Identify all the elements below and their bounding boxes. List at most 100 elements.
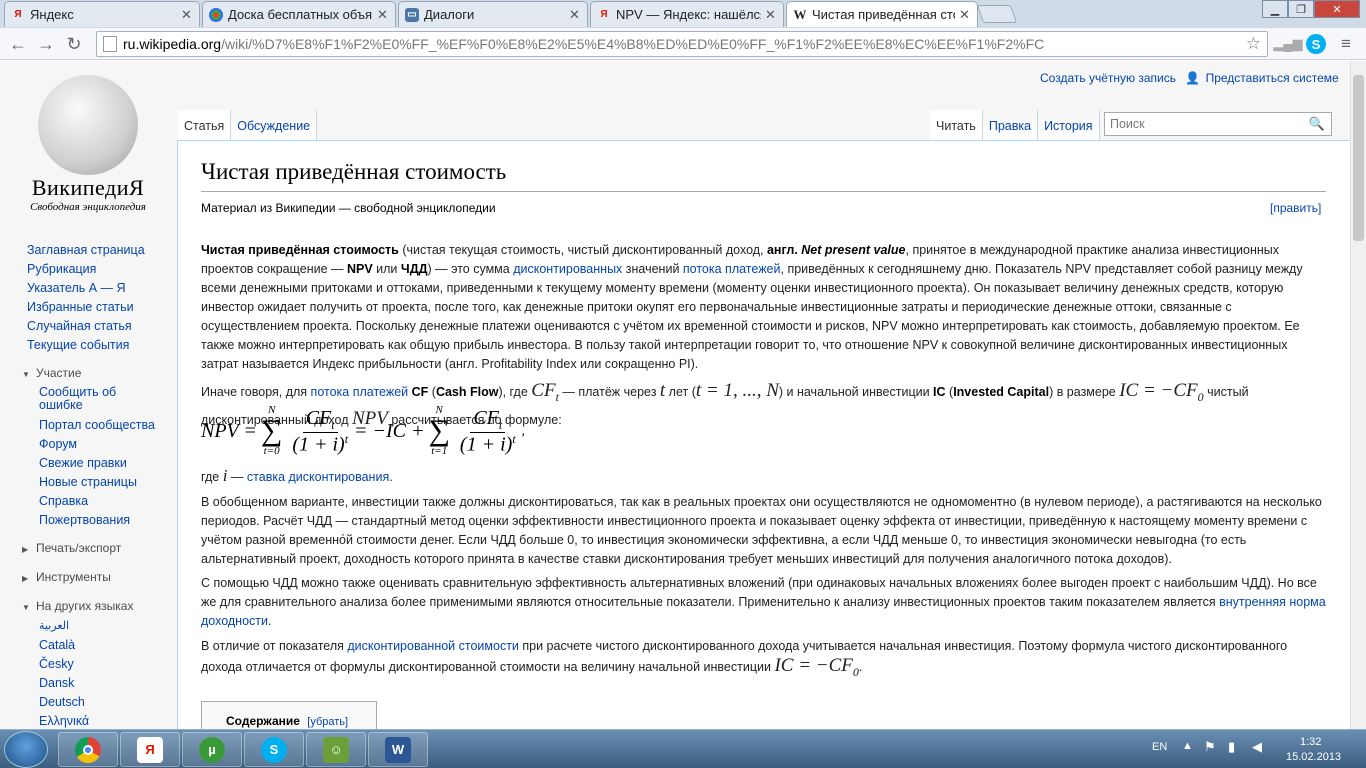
skype-icon[interactable]: S [1304,32,1328,56]
link-discounted-value[interactable]: дисконтированной стоимости [347,639,519,653]
yandex-icon: Я [14,9,22,20]
flag-icon[interactable]: ⚑ [1204,739,1216,755]
tab-board[interactable]: Доска бесплатных объяв ✕ [202,1,396,27]
tab-title: Доска бесплатных объяв [228,7,373,22]
article-body: Чистая приведённая стоимость Материал из… [177,140,1350,729]
close-icon[interactable]: ✕ [569,7,581,23]
back-button[interactable]: ← [6,32,30,56]
signal-icon[interactable]: ▂▄▆ [1273,32,1302,56]
wrench-icon[interactable]: ≡ [1334,32,1358,56]
sidebar-item-main-page[interactable]: Заглавная страница [27,243,145,257]
close-icon[interactable]: ✕ [765,7,777,23]
tab-title: Яндекс [30,7,74,22]
lang-item-da[interactable]: Dansk [39,676,74,690]
taskbar-utorrent[interactable]: µ [182,732,242,767]
toc-toggle[interactable]: [убрать] [307,716,348,728]
tab-talk[interactable]: Обсуждение [231,110,318,140]
sidebar-item-donate[interactable]: Пожертвования [39,513,130,527]
link-cash-flow-2[interactable]: потока платежей [311,385,409,399]
lang-item-cs[interactable]: Česky [39,657,74,671]
lang-item-ca[interactable]: Català [39,638,75,652]
tab-wikipedia[interactable]: W Чистая приведённая сто ✕ [786,1,978,27]
sidebar-item-community-portal[interactable]: Портал сообщества [39,418,155,432]
skype-icon: S [261,736,287,763]
section-participation[interactable]: ▼ Участие [22,366,81,380]
close-icon[interactable]: ✕ [181,7,193,23]
clock-date[interactable]: 15.02.2013 [1286,751,1341,763]
bookmark-star-icon[interactable]: ☆ [1246,34,1261,54]
search-icon[interactable]: 🔍 [1309,116,1325,132]
triangle-down-icon: ▼ [22,603,30,612]
scrollbar-thumb[interactable] [1353,75,1364,241]
taskbar-skype[interactable]: S [244,732,304,767]
close-icon[interactable]: ✕ [959,7,971,23]
taskbar-yandex[interactable]: Я [120,732,180,767]
link-discounted[interactable]: дисконтированных [513,262,622,276]
taskbar-users[interactable]: ☺ [306,732,366,767]
clock-time[interactable]: 1:32 [1300,736,1321,748]
tray-arrow-icon[interactable]: ▲ [1182,740,1193,752]
reload-button[interactable]: ↻ [62,32,86,56]
vertical-scrollbar[interactable] [1350,61,1366,729]
volume-icon[interactable]: ◀ [1252,739,1262,755]
sidebar-item-new-pages[interactable]: Новые страницы [39,475,137,489]
new-tab-button[interactable] [976,5,1018,23]
taskbar-chrome[interactable] [58,732,118,767]
lang-item-de[interactable]: Deutsch [39,695,85,709]
personal-tools: Создать учётную запись 👤 Представиться с… [1040,71,1339,85]
create-account-link[interactable]: Создать учётную запись [1040,71,1176,85]
link-english[interactable]: англ. [767,243,798,257]
browser-window: { "tabs": [ {"title": "Яндекс", "icon": … [0,0,1366,768]
tab-article[interactable]: Статья [178,110,232,140]
yandex-browser-icon: Я [137,736,163,763]
section-tools[interactable]: ▶ Инструменты [22,570,111,584]
address-bar[interactable]: ru.wikipedia.org/wiki/%D7%E8%F1%F2%E0%FF… [96,31,1268,57]
edit-section-link[interactable]: [править] [1270,201,1321,215]
taskbar: Я µ S ☺ W EN ▲ ⚑ ▮ ◀ 1:32 15.02.2013 [0,729,1366,768]
link-cash-flow[interactable]: потока платежей [683,262,781,276]
tab-read[interactable]: Читать [930,110,983,140]
tab-dialogs[interactable]: ▭ Диалоги ✕ [398,1,588,27]
link-irr[interactable]: внутренняя норма доходности [201,595,1326,628]
triangle-down-icon: ▼ [22,370,30,379]
tab-npv-yandex[interactable]: Я NPV — Яндекс: нашёлся ✕ [590,1,784,27]
tab-title: Диалоги [424,7,475,22]
wikipedia-logo[interactable]: ВикипедиЯ Свободная энциклопедия [8,61,168,221]
section-print-export[interactable]: ▶ Печать/экспорт [22,541,121,555]
logo-wordmark: ВикипедиЯ [31,175,145,200]
section-languages[interactable]: ▼ На других языках [22,599,133,613]
tab-edit[interactable]: Правка [982,110,1039,140]
section-label: Участие [36,366,82,380]
comparison-paragraph: С помощью ЧДД можно также оценивать срав… [201,576,1326,628]
language-indicator[interactable]: EN [1152,741,1167,753]
close-window-button[interactable]: ✕ [1314,0,1360,18]
section-label: Инструменты [36,570,111,584]
address-path: /wiki/%D7%E8%F1%F2%E0%FF_%EF%F0%E8%E2%E5… [221,36,1045,52]
maximize-button[interactable]: ❐ [1288,0,1314,18]
table-of-contents: Содержание [убрать] [201,701,377,729]
sidebar-item-categories[interactable]: Рубрикация [27,262,96,276]
sidebar-item-index[interactable]: Указатель А — Я [27,281,126,295]
lang-item-el[interactable]: Ελληνικά [39,714,89,728]
sidebar-item-random[interactable]: Случайная статья [27,319,132,333]
sidebar-item-featured[interactable]: Избранные статьи [27,300,134,314]
network-icon[interactable]: ▮ [1228,739,1235,755]
taskbar-word[interactable]: W [368,732,428,767]
sidebar-item-forum[interactable]: Форум [39,437,77,451]
link-discount-rate[interactable]: ставка дисконтирования [247,470,389,484]
start-button[interactable] [4,731,48,768]
sidebar-item-current-events[interactable]: Текущие события [27,338,129,352]
login-link[interactable]: Представиться системе [1206,71,1339,85]
minimize-button[interactable]: ▁ [1262,0,1288,18]
page-content: ВикипедиЯ Свободная энциклопедия Заглавн… [0,61,1350,729]
forward-button[interactable]: → [34,32,58,56]
tab-history[interactable]: История [1038,110,1100,140]
sidebar-item-recent-changes[interactable]: Свежие правки [39,456,127,470]
search-input[interactable]: Поиск 🔍 [1104,112,1332,136]
sidebar-item-report-error[interactable]: Сообщить об ошибке [39,386,139,412]
close-icon[interactable]: ✕ [377,7,389,23]
sidebar-item-help[interactable]: Справка [39,494,88,508]
view-tabs: Читать Правка История [930,110,1100,140]
lang-item-ar[interactable]: العربية [39,619,69,632]
tab-yandex[interactable]: Я Яндекс ✕ [4,1,200,27]
